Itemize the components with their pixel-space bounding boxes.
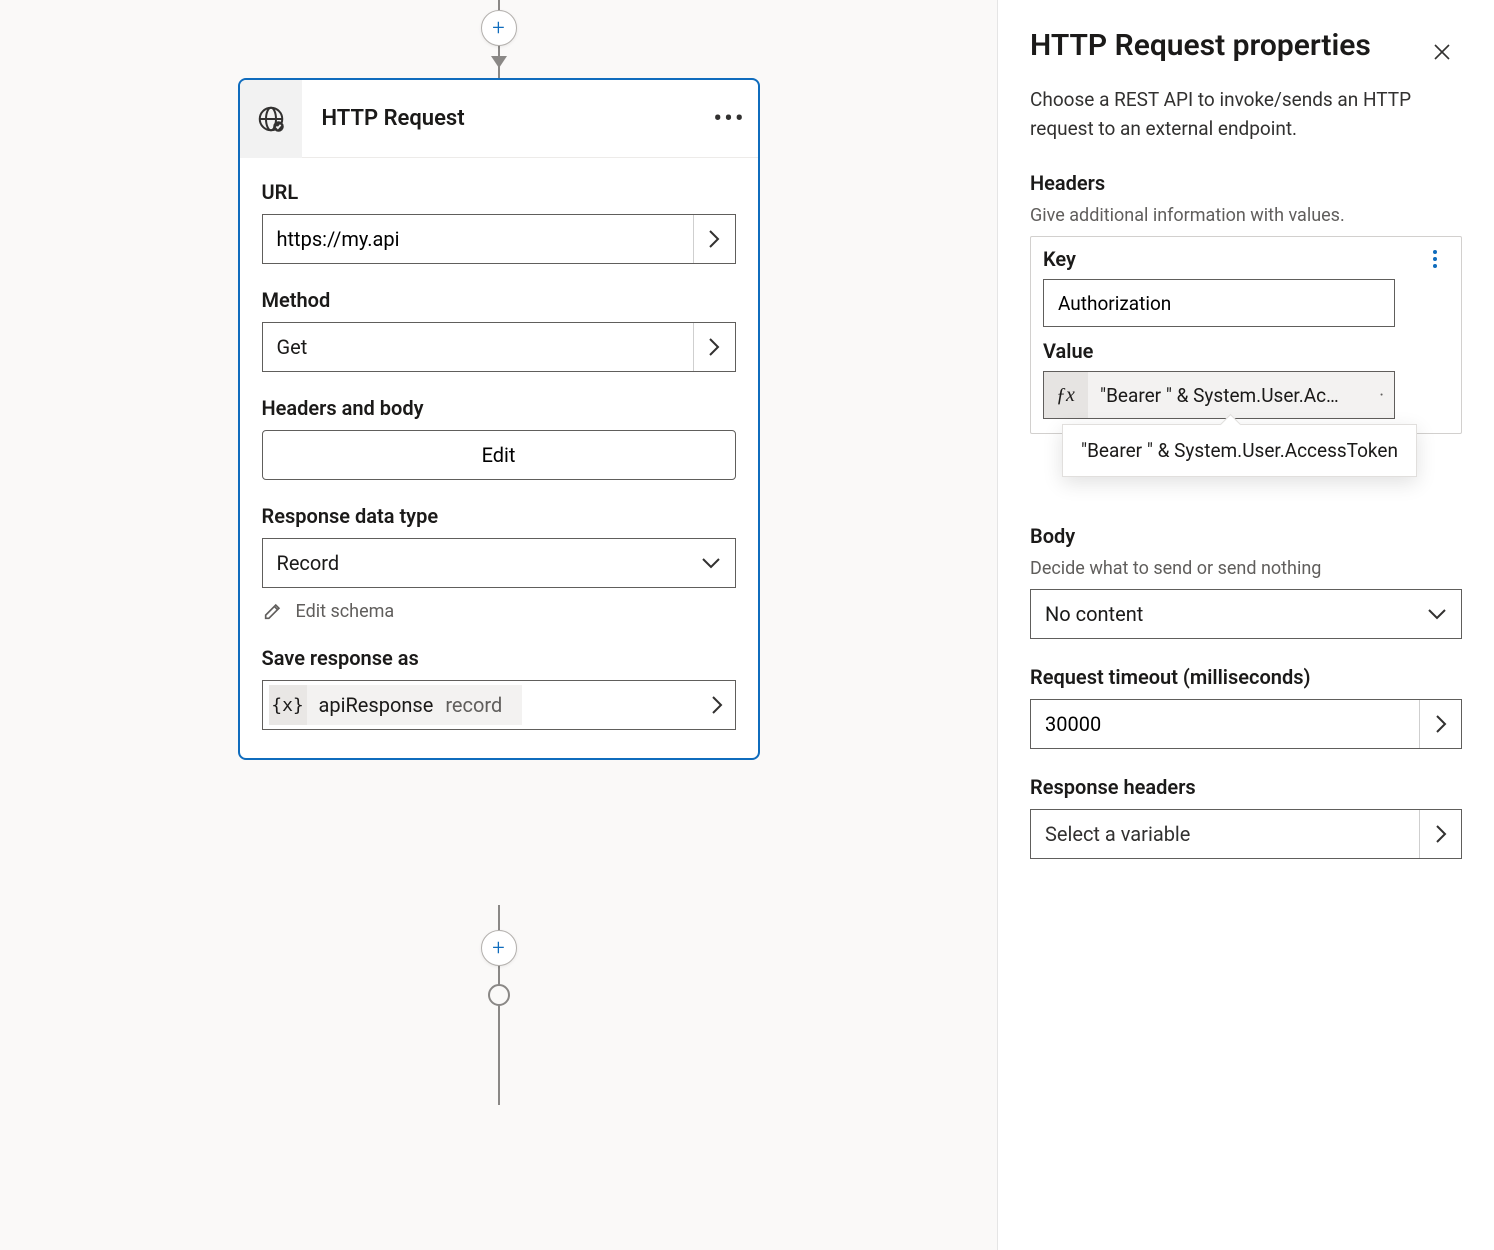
headers-item: Key Value ƒx "Bearer " & System.User.Ac…… (1030, 236, 1462, 434)
variable-name: apiResponse (307, 693, 446, 717)
properties-panel: HTTP Request properties Choose a REST AP… (998, 0, 1494, 1250)
close-button[interactable] (1422, 32, 1462, 72)
response-headers-select[interactable]: Select a variable (1030, 809, 1462, 859)
header-key-label: Key (1043, 247, 1076, 271)
node-header: HTTP Request ••• (240, 80, 758, 158)
add-node-bottom-button[interactable]: + (481, 930, 517, 966)
panel-description: Choose a REST API to invoke/sends an HTT… (1030, 86, 1462, 143)
timeout-expand-button[interactable] (1419, 700, 1461, 748)
pencil-icon (262, 600, 284, 622)
headers-section-label: Headers (1030, 171, 1462, 195)
http-icon (240, 80, 302, 158)
response-type-value: Record (277, 551, 701, 575)
variable-type: record (445, 693, 510, 717)
panel-title: HTTP Request properties (1030, 28, 1371, 63)
header-value-label: Value (1037, 339, 1455, 371)
response-headers-label: Response headers (1030, 775, 1462, 799)
header-item-menu-button[interactable] (1421, 245, 1449, 273)
timeout-label: Request timeout (milliseconds) (1030, 665, 1462, 689)
method-input-row[interactable]: Get (262, 322, 736, 372)
edit-headers-body-button[interactable]: Edit (262, 430, 736, 480)
save-as-variable-row[interactable]: {x} apiResponse record (262, 680, 736, 730)
http-request-node[interactable]: HTTP Request ••• URL Method Get (238, 78, 760, 760)
save-as-label: Save response as (262, 646, 736, 670)
body-select[interactable]: No content (1030, 589, 1462, 639)
headers-section-sub: Give additional information with values. (1030, 205, 1462, 226)
header-value-formula-row[interactable]: ƒx "Bearer " & System.User.Ac… · "Bearer… (1043, 371, 1395, 419)
chevron-down-icon (1427, 608, 1447, 620)
header-value-display: "Bearer " & System.User.Ac… (1088, 384, 1369, 407)
url-label: URL (262, 180, 736, 204)
edit-schema-button[interactable]: Edit schema (262, 600, 736, 622)
url-input-row[interactable] (262, 214, 736, 264)
method-label: Method (262, 288, 736, 312)
node-more-button[interactable]: ••• (702, 91, 758, 147)
response-headers-expand-button[interactable] (1419, 810, 1461, 858)
timeout-input-row[interactable] (1030, 699, 1462, 749)
formula-tooltip: "Bearer " & System.User.AccessToken (1062, 424, 1417, 477)
add-node-top-button[interactable]: + (481, 10, 517, 46)
loop-end-icon (488, 984, 510, 1006)
response-type-label: Response data type (262, 504, 736, 528)
response-type-select[interactable]: Record (262, 538, 736, 588)
response-headers-placeholder: Select a variable (1031, 810, 1419, 858)
variable-chip: {x} apiResponse record (269, 685, 523, 725)
chevron-down-icon (701, 557, 721, 569)
timeout-input[interactable] (1031, 700, 1419, 748)
fx-icon: ƒx (1044, 372, 1088, 418)
url-input[interactable] (263, 215, 693, 263)
variable-icon: {x} (269, 685, 307, 725)
url-expand-button[interactable] (693, 215, 735, 263)
arrowhead-icon (491, 56, 507, 68)
header-key-input[interactable] (1043, 279, 1395, 327)
formula-dot-icon: · (1369, 385, 1394, 406)
method-value: Get (263, 323, 693, 371)
headers-body-label: Headers and body (262, 396, 736, 420)
body-value: No content (1045, 602, 1427, 626)
body-section-sub: Decide what to send or send nothing (1030, 558, 1462, 579)
body-section-label: Body (1030, 524, 1462, 548)
chevron-right-icon (711, 695, 723, 715)
node-title: HTTP Request (302, 106, 702, 131)
method-expand-button[interactable] (693, 323, 735, 371)
edit-schema-label: Edit schema (296, 601, 395, 622)
flow-canvas: + HTTP Request ••• URL (0, 0, 998, 1250)
